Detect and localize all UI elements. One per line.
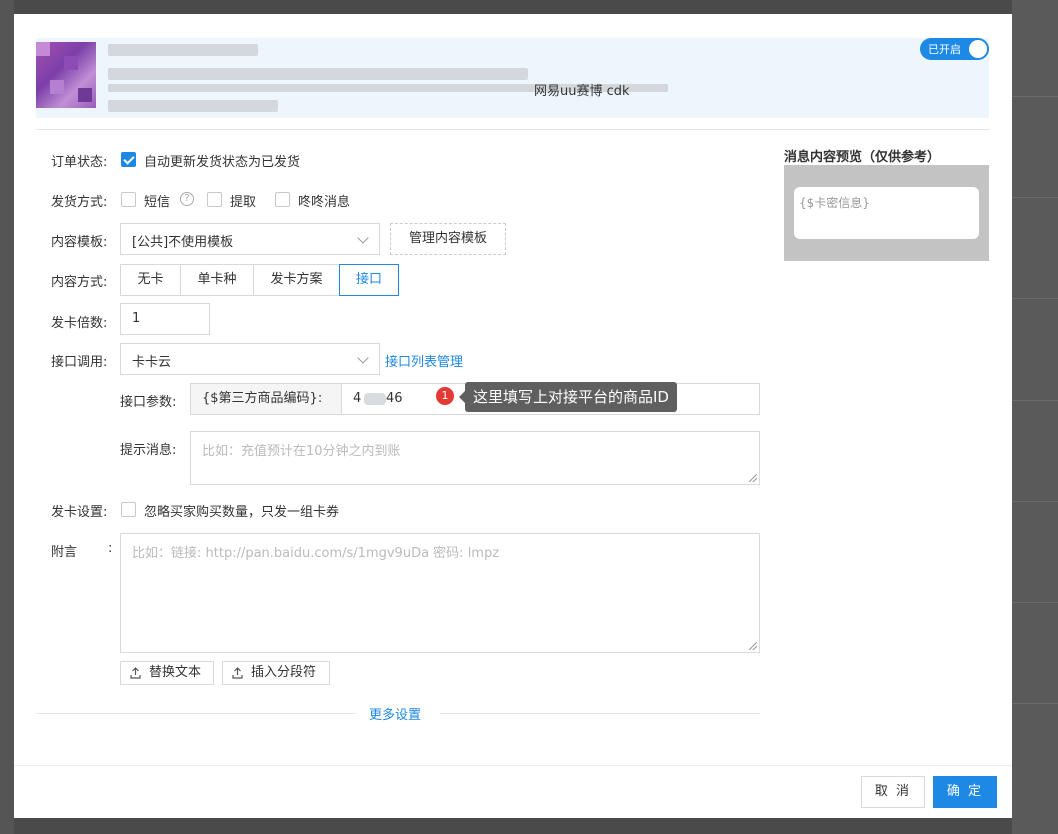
note-placeholder: 比如：链接: http://pan.baidu.com/s/1mgv9uDa 密…	[132, 546, 500, 561]
blurred-text	[364, 393, 386, 405]
tooltip-badge: 1	[436, 387, 454, 405]
divider	[440, 713, 760, 714]
card-setting-label: 发卡设置:	[51, 505, 108, 520]
tab-single-card[interactable]: 单卡种	[180, 264, 254, 296]
chevron-down-icon	[357, 352, 369, 364]
preview-message: {$卡密信息}	[794, 187, 979, 239]
product-avatar	[36, 42, 96, 108]
insert-separator-button[interactable]: 插入分段符	[222, 661, 330, 685]
tab-no-card[interactable]: 无卡	[120, 264, 181, 296]
hint-label: 提示消息:	[120, 443, 177, 458]
product-code-suffix: 46	[386, 391, 403, 406]
switch-knob	[969, 40, 987, 58]
sms-checkbox[interactable]	[121, 192, 136, 207]
multiplier-label: 发卡倍数:	[51, 316, 108, 331]
insert-separator-label: 插入分段符	[251, 665, 317, 680]
replace-text-label: 替换文本	[149, 665, 202, 680]
delivery-settings-modal: 网易uu赛博 cdk 已开启 订单状态: 自动更新发货状态为已发货 发货方式: …	[14, 14, 1012, 818]
more-settings-link[interactable]: 更多设置	[369, 704, 421, 723]
help-icon[interactable]: ?	[180, 192, 194, 206]
tab-card-plan[interactable]: 发卡方案	[253, 264, 340, 296]
hint-placeholder: 比如：充值预计在10分钟之内到账	[202, 444, 401, 459]
tab-api[interactable]: 接口	[339, 264, 399, 296]
extract-label: 提取	[230, 195, 257, 210]
divider	[36, 713, 356, 714]
note-colon: :	[108, 541, 113, 556]
product-code-prefix: 4	[353, 391, 362, 406]
confirm-button[interactable]: 确 定	[933, 776, 997, 808]
blurred-text	[108, 68, 528, 80]
cancel-button[interactable]: 取 消	[861, 776, 925, 808]
content-template-label: 内容模板:	[51, 235, 108, 250]
extract-checkbox[interactable]	[207, 192, 222, 207]
manage-template-button[interactable]: 管理内容模板	[390, 223, 506, 255]
replace-text-button[interactable]: 替换文本	[120, 661, 214, 685]
blurred-text	[108, 44, 258, 56]
content-template-value: [公共]不使用模板	[132, 235, 234, 250]
sms-label: 短信	[144, 195, 171, 210]
api-params-label: 接口参数:	[120, 395, 177, 410]
note-textarea[interactable]: 比如：链接: http://pan.baidu.com/s/1mgv9uDa 密…	[120, 533, 760, 653]
product-name: 网易uu赛博 cdk	[534, 84, 630, 99]
multiplier-input[interactable]: 1	[120, 303, 210, 335]
content-template-select[interactable]: [公共]不使用模板	[120, 223, 380, 255]
divider	[36, 129, 989, 130]
auto-update-checkbox[interactable]	[121, 152, 136, 167]
auto-update-label: 自动更新发货状态为已发货	[144, 155, 301, 170]
hint-textarea[interactable]: 比如：充值预计在10分钟之内到账	[190, 431, 760, 485]
api-select[interactable]: 卡卡云	[120, 343, 380, 375]
resize-grip-icon[interactable]	[749, 474, 757, 482]
enable-switch[interactable]: 已开启	[920, 38, 989, 60]
tooltip: 这里填写上对接平台的商品ID	[459, 382, 677, 412]
preview-panel: {$卡密信息}	[784, 165, 989, 261]
api-call-label: 接口调用:	[51, 355, 108, 370]
ignore-quantity-checkbox[interactable]	[121, 502, 136, 517]
delivery-method-label: 发货方式:	[51, 195, 108, 210]
note-label: 附言	[51, 545, 78, 560]
upload-icon	[232, 667, 243, 679]
backdrop-left	[0, 0, 14, 834]
api-select-value: 卡卡云	[132, 355, 172, 370]
ignore-quantity-label: 忽略买家购买数量，只发一组卡券	[144, 505, 340, 520]
content-mode-label: 内容方式:	[51, 275, 108, 290]
preview-title: 消息内容预览（仅供参考）	[784, 150, 941, 165]
footer-divider	[14, 765, 1012, 766]
api-params-addon: {$第三方商品编码}:	[190, 383, 342, 415]
dongdong-label: 咚咚消息	[298, 195, 351, 210]
backdrop-right	[1012, 0, 1058, 834]
order-status-label: 订单状态:	[51, 155, 108, 170]
api-list-manage-link[interactable]: 接口列表管理	[385, 351, 463, 370]
switch-label: 已开启	[928, 43, 961, 56]
upload-icon	[130, 667, 141, 679]
blurred-text	[108, 100, 278, 112]
resize-grip-icon[interactable]	[749, 642, 757, 650]
chevron-down-icon	[357, 232, 369, 244]
dongdong-checkbox[interactable]	[275, 192, 290, 207]
